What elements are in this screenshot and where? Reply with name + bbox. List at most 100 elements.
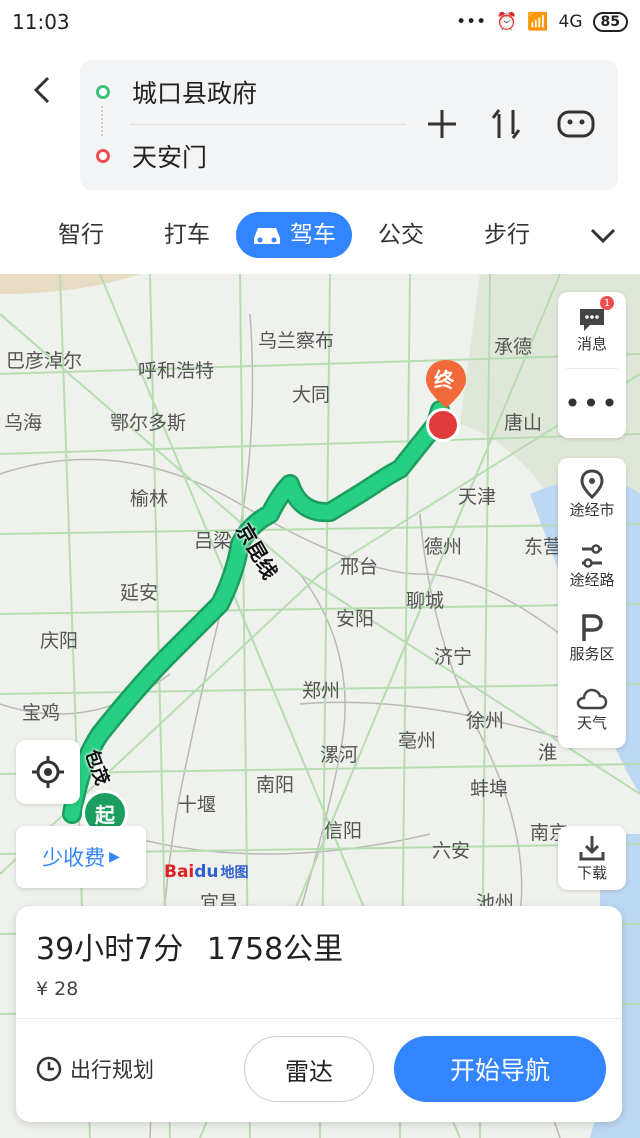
- download-item: 下载: [558, 826, 626, 890]
- field-divider: [130, 124, 406, 125]
- logo-text-bai: Bai: [164, 862, 195, 882]
- back-button[interactable]: [28, 72, 58, 108]
- start-navigation-button[interactable]: 开始导航: [394, 1036, 606, 1102]
- tab-walk[interactable]: 步行: [484, 212, 530, 258]
- side-tool-label: 途经路: [569, 570, 615, 589]
- download-icon: [579, 835, 605, 860]
- city-label: 东营: [524, 536, 563, 558]
- clock-icon: [36, 1056, 62, 1082]
- tab-smart[interactable]: 智行: [58, 212, 104, 258]
- end-field[interactable]: 天安门: [96, 138, 207, 174]
- city-label: 巴彦淖尔: [6, 350, 83, 372]
- city-label: 济宁: [434, 646, 473, 668]
- car-icon: [254, 228, 280, 244]
- status-time: 11:03: [12, 10, 70, 34]
- crosshair-icon: [32, 756, 64, 788]
- side-tool-label: 消息: [576, 334, 607, 353]
- city-label: 六安: [432, 840, 471, 862]
- route-header: 城口县政府 天安门 智行 打车 驾车 公交 步行: [0, 44, 640, 274]
- car-settings-button[interactable]: [554, 102, 598, 146]
- side-tool-label: 下载: [576, 863, 607, 882]
- tab-drive[interactable]: 驾车: [236, 212, 352, 258]
- city-label: 南阳: [256, 774, 295, 796]
- city-label: 亳州: [398, 730, 437, 752]
- weather-icon: [576, 688, 608, 709]
- toll-fee: ¥ 28: [36, 978, 79, 1000]
- more-button[interactable]: •••: [558, 369, 626, 437]
- distance: 1758公里: [206, 932, 344, 967]
- trip-plan-label: 出行规划: [70, 1058, 154, 1082]
- baidu-map-logo: Baidu 地图: [164, 862, 249, 882]
- duration: 39小时7分: [36, 932, 184, 967]
- weather-button[interactable]: 天气: [558, 674, 626, 746]
- swap-icon: [491, 109, 521, 139]
- end-location: 天安门: [132, 143, 208, 172]
- city-label: 乌海: [4, 412, 43, 434]
- messages-button[interactable]: 1 消息: [558, 292, 626, 368]
- side-tool-label: 途经市: [569, 500, 615, 519]
- side-tools-mid: 途经市 途经路 服务区 天气: [558, 458, 626, 748]
- city-label: 徐州: [466, 710, 505, 732]
- swap-button[interactable]: [484, 102, 528, 146]
- city-label: 聊城: [406, 590, 445, 612]
- city-label: 乌兰察布: [258, 330, 335, 352]
- side-tools-top: 1 消息 •••: [558, 292, 626, 438]
- download-button[interactable]: 下载: [558, 826, 626, 890]
- more-dots-icon: •••: [564, 386, 620, 420]
- logo-text-suffix: 地图: [220, 865, 249, 881]
- city-label: 榆林: [130, 488, 169, 510]
- divider: [16, 1018, 622, 1019]
- city-label: 安阳: [336, 608, 375, 630]
- radar-button[interactable]: 雷达: [244, 1036, 374, 1102]
- waypoint-city-button[interactable]: 途经市: [558, 458, 626, 530]
- city-label: 漯河: [320, 744, 359, 766]
- city-label: 宝鸡: [22, 702, 61, 724]
- alarm-icon: ⏰: [496, 12, 518, 32]
- route-summary-card[interactable]: 39小时7分 1758公里 ¥ 28 出行规划 雷达 开始导航: [16, 906, 622, 1122]
- route-input-box: 城口县政府 天安门: [80, 60, 618, 190]
- status-icons: ••• ⏰ 📶 4G 85: [456, 12, 628, 32]
- chevron-down-icon[interactable]: [588, 220, 618, 250]
- status-bar: 11:03 ••• ⏰ 📶 4G 85: [0, 0, 640, 44]
- start-field[interactable]: 城口县政府: [96, 74, 257, 110]
- city-label: 庆阳: [40, 630, 79, 652]
- locate-button[interactable]: [16, 740, 80, 804]
- city-label: 唐山: [504, 412, 543, 434]
- less-toll-option[interactable]: 少收费 ▶: [16, 826, 146, 888]
- city-label: 十堰: [178, 794, 217, 816]
- message-icon: [580, 308, 604, 331]
- destination-flag-icon: [426, 408, 460, 442]
- route-summary: 39小时7分 1758公里: [36, 924, 343, 968]
- tab-taxi[interactable]: 打车: [164, 212, 210, 258]
- city-label: 淮: [538, 742, 558, 764]
- city-label: 郑州: [302, 680, 341, 702]
- city-label: 天津: [458, 486, 497, 508]
- side-tool-label: 天气: [576, 713, 607, 732]
- city-label: 承德: [494, 336, 533, 358]
- service-area-button[interactable]: 服务区: [558, 602, 626, 674]
- add-waypoint-button[interactable]: [420, 102, 464, 146]
- trip-plan-button[interactable]: 出行规划: [36, 1054, 154, 1084]
- route-connector: [101, 106, 103, 136]
- waypoint-road-icon: [582, 543, 602, 568]
- waypoint-city-icon: [580, 468, 604, 499]
- tab-bus[interactable]: 公交: [378, 212, 424, 258]
- network-type: 4G: [558, 12, 583, 32]
- city-label: 呼和浩特: [138, 360, 215, 382]
- city-label: 延安: [120, 582, 159, 604]
- city-label: 德州: [424, 536, 463, 558]
- service-area-icon: [582, 613, 603, 641]
- city-label: 鄂尔多斯: [110, 412, 187, 434]
- battery-indicator: 85: [592, 12, 628, 32]
- waypoint-road-button[interactable]: 途经路: [558, 530, 626, 602]
- city-label: 大同: [292, 384, 331, 406]
- end-marker-label: 终: [434, 368, 454, 392]
- logo-text-du: du: [194, 862, 219, 882]
- city-label: 邢台: [340, 556, 379, 578]
- plus-icon: [428, 110, 456, 138]
- end-marker[interactable]: 终: [422, 358, 470, 412]
- start-dot-icon: [96, 85, 110, 99]
- travel-mode-tabs: 智行 打车 驾车 公交 步行: [0, 212, 640, 258]
- side-tool-label: 服务区: [569, 644, 615, 663]
- end-dot-icon: [96, 149, 110, 163]
